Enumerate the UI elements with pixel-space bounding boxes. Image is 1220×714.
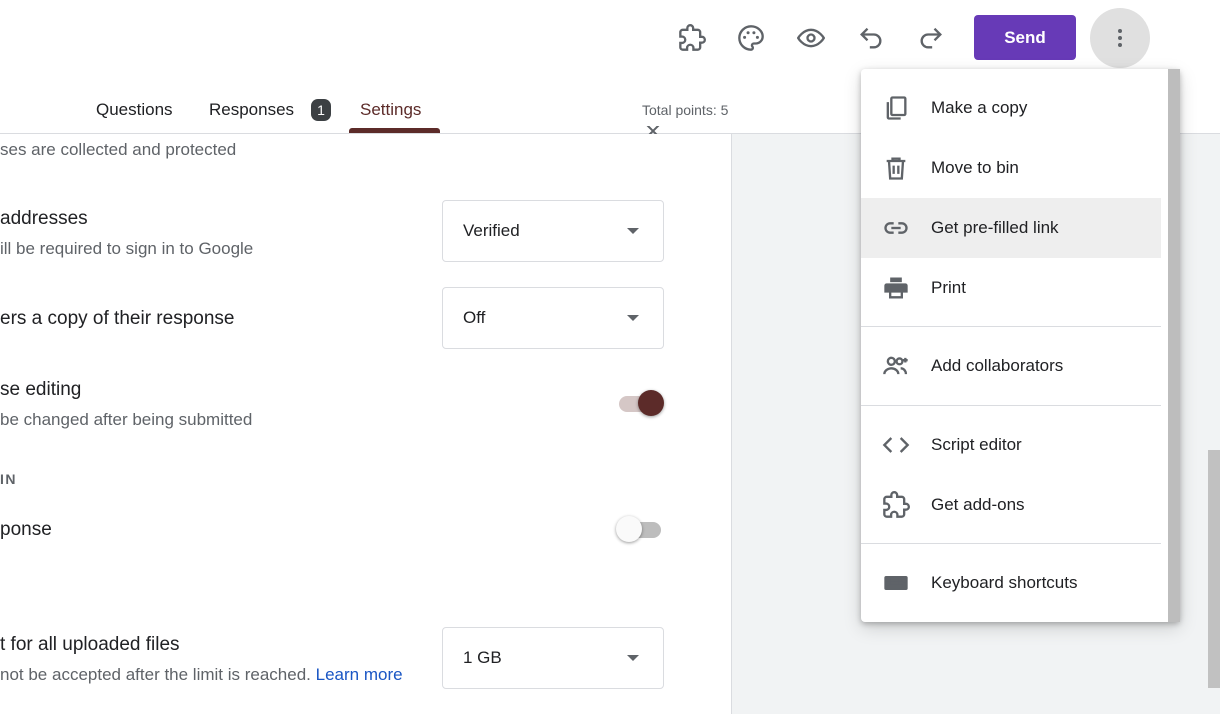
menu-item-make-copy[interactable]: Make a copy	[861, 78, 1161, 138]
menu-item-add-collaborators[interactable]: Add collaborators	[861, 336, 1161, 396]
bin-icon	[886, 157, 906, 180]
toggle-knob	[638, 390, 664, 416]
menu-item-label: Make a copy	[931, 98, 1028, 117]
dropdown-arrow-icon	[627, 228, 639, 234]
menu-item-label: Get pre-filled link	[931, 218, 1059, 237]
menu-item-label: Move to bin	[931, 158, 1019, 177]
active-tab-indicator	[349, 128, 440, 133]
email-collection-select[interactable]: Verified	[442, 200, 664, 262]
palette-icon[interactable]	[731, 18, 771, 58]
link-icon	[884, 222, 908, 234]
response-toggle[interactable]	[615, 516, 663, 544]
menu-divider	[861, 326, 1161, 327]
dropdown-arrow-icon	[627, 315, 639, 321]
edit-setting-title: se editing	[0, 379, 82, 400]
upload-limit-subtitle: not be accepted after the limit is reach…	[0, 665, 403, 685]
menu-divider	[861, 405, 1161, 406]
total-points: Total points: 5	[642, 102, 729, 118]
more-options-button[interactable]	[1090, 8, 1150, 68]
upload-size-value: 1 GB	[463, 648, 502, 667]
undo-icon[interactable]	[851, 18, 891, 58]
more-vert-icon	[1118, 29, 1122, 47]
send-copy-title: ers a copy of their response	[0, 308, 235, 329]
email-select-value: Verified	[463, 221, 520, 240]
menu-item-move-to-bin[interactable]: Move to bin	[861, 138, 1161, 198]
tab-questions[interactable]: Questions	[96, 100, 173, 120]
addons-icon	[883, 491, 910, 518]
upload-limit-title: t for all uploaded files	[0, 634, 180, 655]
send-copy-select[interactable]: Off	[442, 287, 664, 349]
menu-item-keyboard-shortcuts[interactable]: Keyboard shortcuts	[861, 553, 1161, 613]
send-button[interactable]: Send	[974, 15, 1076, 60]
menu-item-print[interactable]: Print	[861, 258, 1161, 318]
keyboard-icon	[884, 576, 908, 590]
code-icon	[882, 437, 910, 453]
copy-icon	[886, 96, 907, 120]
learn-more-link[interactable]: Learn more	[316, 665, 403, 684]
responses-count-badge: 1	[311, 99, 331, 121]
preview-icon[interactable]	[791, 18, 831, 58]
email-setting-title: addresses	[0, 208, 88, 229]
tab-settings[interactable]: Settings	[360, 100, 421, 120]
menu-item-label: Keyboard shortcuts	[931, 573, 1078, 592]
add-people-icon	[883, 356, 908, 375]
menu-divider	[861, 543, 1161, 544]
upload-limit-text: not be accepted after the limit is reach…	[0, 665, 311, 684]
collect-subtitle: ses are collected and protected	[0, 140, 237, 159]
menu-item-label: Script editor	[931, 435, 1022, 454]
edit-setting-subtitle: be changed after being submitted	[0, 410, 253, 429]
edit-toggle[interactable]	[617, 390, 665, 418]
menu-item-pre-filled-link[interactable]: Get pre-filled link	[861, 198, 1161, 258]
menu-item-label: Print	[931, 278, 966, 297]
section-heading: IN	[0, 471, 17, 487]
collapse-icon[interactable]	[645, 126, 661, 134]
menu-item-label: Add collaborators	[931, 356, 1064, 375]
menu-item-get-addons[interactable]: Get add-ons	[861, 475, 1161, 535]
send-copy-value: Off	[463, 308, 486, 327]
upload-size-select[interactable]: 1 GB	[442, 627, 664, 689]
dropdown-arrow-icon	[627, 655, 639, 661]
toggle-knob	[616, 516, 642, 542]
tab-responses[interactable]: Responses	[209, 100, 294, 120]
menu-item-script-editor[interactable]: Script editor	[861, 415, 1161, 475]
page-scrollbar[interactable]	[1208, 450, 1220, 688]
redo-icon[interactable]	[911, 18, 951, 58]
email-setting-subtitle: ill be required to sign in to Google	[0, 239, 254, 258]
print-icon	[884, 277, 908, 299]
menu-scrollbar[interactable]	[1168, 69, 1180, 622]
response-setting-title: ponse	[0, 519, 52, 540]
addons-icon[interactable]	[672, 18, 712, 58]
menu-item-label: Get add-ons	[931, 495, 1025, 514]
